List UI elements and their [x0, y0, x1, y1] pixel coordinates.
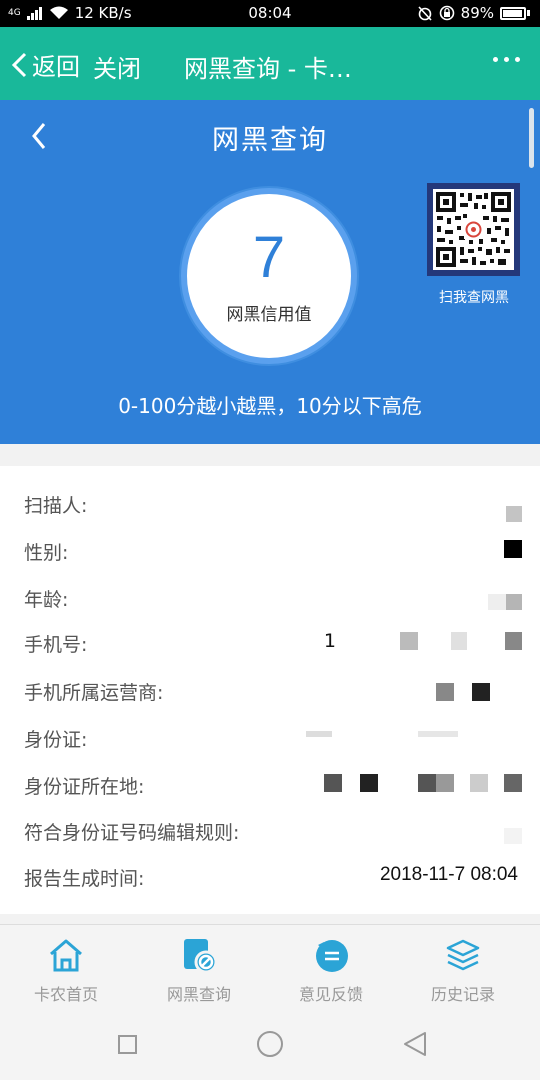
info-list: 扫描人: 性别: 年龄: 手机号: 1 手机所属运营商: 身份证: 身份证所在地…: [0, 466, 540, 914]
page-title: 网黑查询: [212, 125, 328, 156]
tab-label: 历史记录: [430, 985, 495, 1004]
list-item: 身份证所在地:: [24, 772, 522, 802]
score-header: 网黑查询 7 网黑信用值 扫我查网黑 0-100分越小越黑，10分以下高危: [0, 100, 540, 444]
redacted-block: [360, 774, 378, 792]
tab-label: 卡农首页: [33, 985, 98, 1004]
row-label: 年龄:: [24, 589, 69, 611]
redacted-block: [418, 731, 458, 737]
bottom-tab-bar: 卡农首页 网黑查询 意见反馈 历史记录: [0, 924, 540, 1010]
tab-feedback[interactable]: 意见反馈: [276, 935, 386, 1005]
system-back-button[interactable]: [402, 1030, 428, 1058]
row-label: 身份证:: [24, 729, 88, 751]
redacted-block: [451, 632, 467, 650]
row-label: 手机号:: [24, 634, 88, 656]
list-item: 符合身份证号码编辑规则:: [24, 818, 522, 848]
redacted-block: [504, 774, 522, 792]
back-label: 返回: [32, 53, 80, 81]
more-menu-button[interactable]: [493, 57, 520, 62]
tab-label: 网黑查询: [166, 985, 231, 1004]
status-bar: 4G 12 KB/s 08:04 89%: [0, 0, 540, 27]
row-label: 报告生成时间:: [24, 868, 145, 890]
qr-caption: 扫我查网黑: [439, 290, 509, 306]
list-item: 性别:: [24, 538, 522, 568]
row-label: 符合身份证号码编辑规则:: [24, 822, 240, 844]
row-value: 1: [323, 630, 336, 652]
layers-icon: [446, 939, 480, 971]
row-label: 身份证所在地:: [24, 776, 145, 798]
list-item: 身份证:: [24, 725, 522, 755]
recents-button[interactable]: [118, 1035, 137, 1054]
alarm-off-icon: [418, 6, 432, 21]
scrollbar[interactable]: [529, 108, 534, 168]
redacted-block: [488, 594, 506, 610]
list-item: 年龄:: [24, 585, 522, 615]
credit-score-label: 网黑信用值: [226, 305, 312, 325]
system-nav-bar: [0, 1010, 540, 1080]
row-label: 性别:: [24, 542, 69, 564]
report-time: 2018-11-7 08:04: [379, 864, 518, 885]
clock: 08:04: [248, 4, 292, 22]
back-button[interactable]: 返回: [10, 47, 80, 82]
list-item: 报告生成时间: 2018-11-7 08:04: [24, 864, 522, 894]
query-icon: [184, 939, 218, 974]
app-titlebar: 返回 关闭 网黑查询 - 卡…: [0, 27, 540, 100]
row-label: 手机所属运营商:: [24, 682, 164, 704]
score-circle: 7 网黑信用值: [181, 188, 357, 364]
score-legend: 0-100分越小越黑，10分以下高危: [118, 394, 422, 418]
feedback-icon: [316, 940, 348, 972]
list-item: 手机号: 1: [24, 630, 522, 660]
redacted-block: [436, 774, 454, 792]
redacted-block: [470, 774, 488, 792]
qr-code[interactable]: [427, 183, 520, 276]
redacted-block: [324, 774, 342, 792]
redacted-block: [306, 731, 332, 737]
row-label: 扫描人:: [24, 495, 88, 517]
tab-label: 意见反馈: [298, 985, 363, 1004]
tab-history[interactable]: 历史记录: [408, 935, 518, 1005]
more-dot-icon: [493, 57, 498, 62]
home-icon: [50, 939, 82, 972]
redacted-block: [418, 774, 436, 792]
redacted-block: [436, 683, 454, 701]
chevron-left-icon: [11, 52, 27, 77]
close-button[interactable]: 关闭: [93, 49, 141, 84]
battery-icon: [500, 6, 526, 20]
redacted-block: [506, 506, 522, 522]
tab-home[interactable]: 卡农首页: [11, 935, 121, 1005]
credit-score: 7: [252, 225, 286, 290]
qr-code-icon: [436, 192, 511, 267]
list-item: 手机所属运营商:: [24, 678, 522, 708]
battery-percent: 89%: [460, 4, 494, 22]
home-button[interactable]: [257, 1031, 283, 1057]
redacted-block: [504, 540, 522, 558]
redacted-block: [472, 683, 490, 701]
redacted-block: [505, 632, 522, 650]
rotation-lock-icon: [439, 5, 454, 21]
redacted-block: [504, 828, 522, 844]
window-title: 网黑查询 - 卡…: [184, 55, 352, 83]
tab-query[interactable]: 网黑查询: [144, 935, 254, 1005]
redacted-block: [506, 594, 522, 610]
list-item: 扫描人:: [24, 491, 522, 522]
redacted-block: [400, 632, 418, 650]
